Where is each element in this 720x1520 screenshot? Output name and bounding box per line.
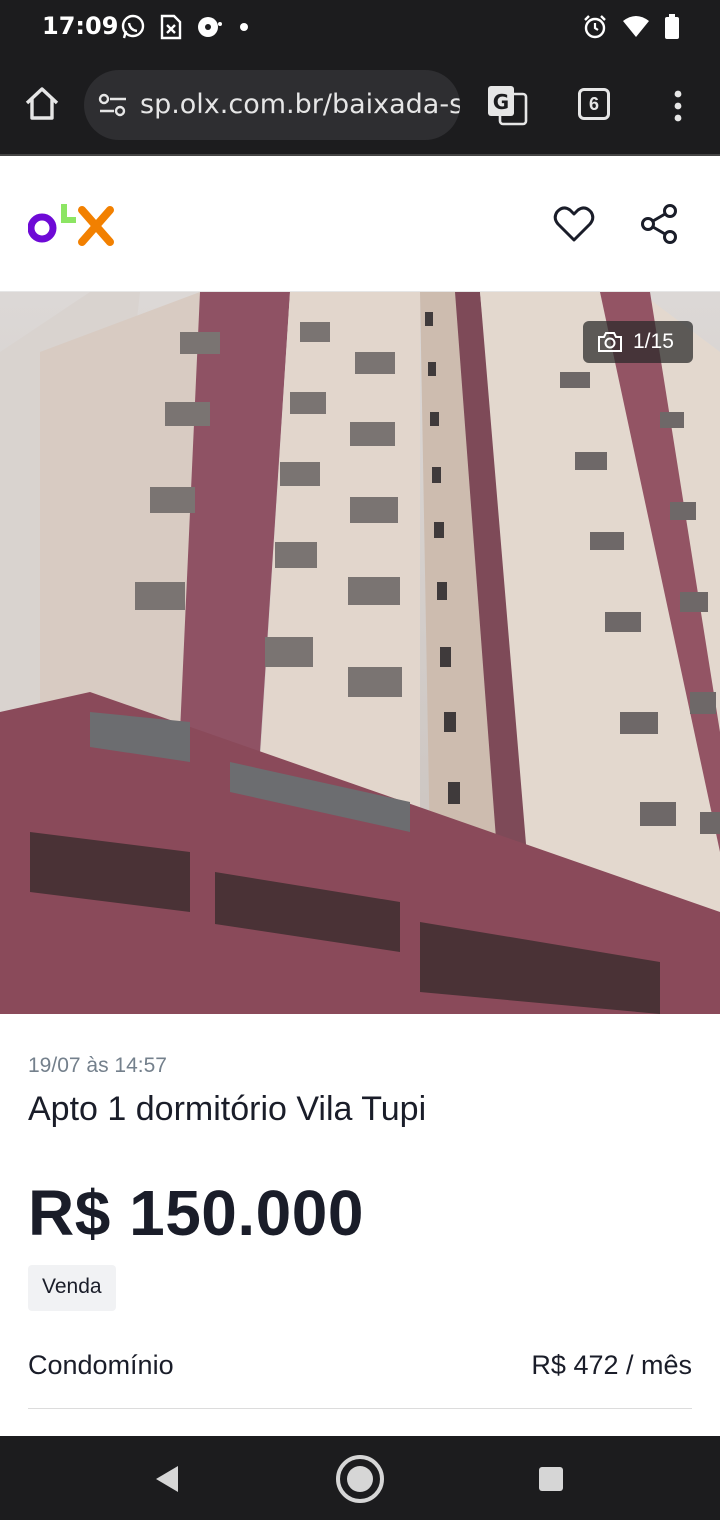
dot-icon bbox=[240, 23, 248, 31]
whatsapp-icon bbox=[121, 14, 145, 39]
olx-logo[interactable] bbox=[28, 200, 114, 246]
status-time: 17:09 bbox=[42, 12, 119, 40]
browser-toolbar: sp.olx.com.br/baixada-santista G 6 bbox=[0, 56, 720, 154]
status-icons-left bbox=[120, 14, 250, 40]
photo-counter: 1/15 bbox=[583, 321, 693, 363]
sale-type-badge: Venda bbox=[28, 1265, 116, 1311]
home-nav-icon[interactable] bbox=[334, 1453, 386, 1505]
alarm-icon bbox=[584, 15, 606, 39]
address-bar[interactable]: sp.olx.com.br/baixada-santista bbox=[84, 70, 460, 140]
share-icon[interactable] bbox=[638, 202, 682, 246]
condo-label: Condomínio bbox=[28, 1350, 174, 1380]
recent-apps-icon[interactable] bbox=[538, 1466, 564, 1492]
building-photo bbox=[0, 292, 720, 1014]
battery-icon bbox=[665, 14, 679, 39]
podcast-icon bbox=[198, 17, 222, 37]
tab-switcher-button[interactable]: 6 bbox=[578, 88, 610, 120]
photo-counter-text: 1/15 bbox=[633, 330, 674, 353]
ad-price: R$ 150.000 bbox=[28, 1177, 364, 1249]
wifi-icon bbox=[623, 16, 649, 37]
back-icon[interactable] bbox=[154, 1464, 180, 1494]
status-icons-right bbox=[582, 14, 680, 40]
status-bar: 17:09 bbox=[0, 0, 720, 56]
condo-value: R$ 472 / mês bbox=[531, 1350, 692, 1380]
svg-text:G: G bbox=[493, 90, 509, 114]
translate-icon[interactable]: G bbox=[486, 84, 528, 126]
site-header bbox=[0, 156, 720, 292]
section-divider bbox=[28, 1408, 692, 1409]
listing-photo[interactable]: 1/15 bbox=[0, 292, 720, 1014]
home-icon[interactable] bbox=[22, 84, 62, 124]
favorite-heart-icon[interactable] bbox=[552, 202, 596, 246]
camera-icon bbox=[598, 332, 622, 352]
document-icon bbox=[160, 14, 182, 40]
ad-date: 19/07 às 14:57 bbox=[28, 1054, 167, 1077]
ad-title: Apto 1 dormitório Vila Tupi bbox=[28, 1090, 427, 1128]
system-nav-bar bbox=[0, 1436, 720, 1520]
more-menu-icon[interactable] bbox=[668, 86, 688, 126]
site-settings-icon[interactable] bbox=[98, 92, 128, 118]
url-text: sp.olx.com.br/baixada-santista bbox=[140, 89, 460, 120]
